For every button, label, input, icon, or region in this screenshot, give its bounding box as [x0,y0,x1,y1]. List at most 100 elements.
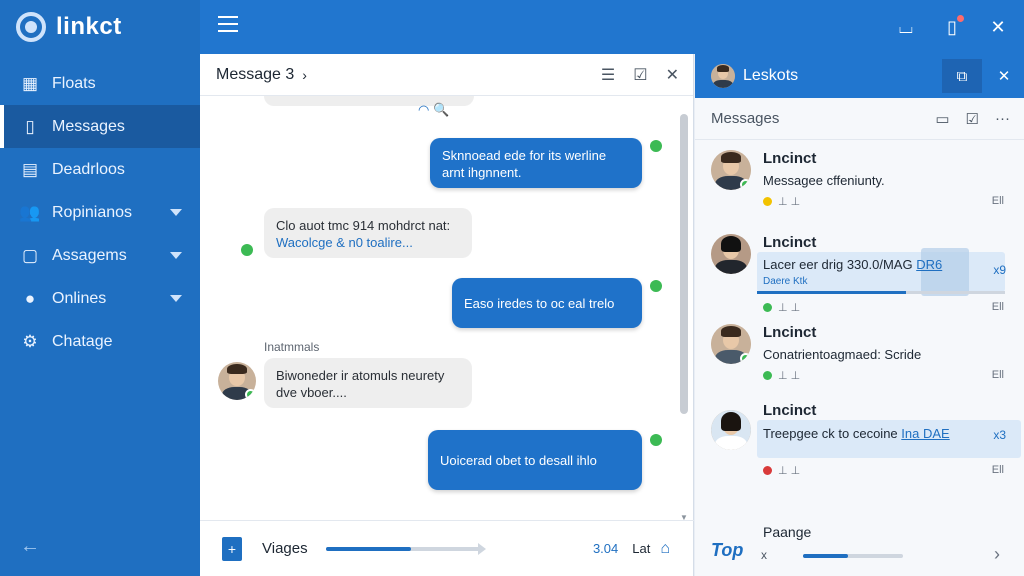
contact-name: Lncinct [763,324,817,341]
pager-label: Paange [763,524,812,540]
sidebar-item-assagems[interactable]: ▢ Assagems [0,234,200,277]
sidebar-item-ropinianos[interactable]: 👥 Ropinianos [0,191,200,234]
calendar-icon[interactable]: ▭ [935,110,949,128]
close-icon[interactable]: ✕ [984,59,1024,93]
contacts-subheader: Messages ▭ ☑ ··· [695,98,1024,140]
notification-icon[interactable]: ▯ [942,15,964,37]
avatar[interactable] [711,324,751,364]
contacts-header: Leskots ⧉ ✕ [695,54,1024,98]
minimize-icon[interactable]: ⌴ [896,17,916,37]
status-dot [763,197,772,206]
contact-item[interactable]: Lncinct Conatrientoagmaed: Scride ⊥ ⊥ El… [695,320,1024,400]
online-dot [650,140,662,152]
status-dot [763,371,772,380]
message-link[interactable]: Wacolcge & n0 toalire... [276,234,460,251]
contact-message: Messagee cffeniunty. [763,173,885,188]
contact-message-link[interactable]: Ina DAE [901,426,949,441]
avatar[interactable] [218,362,256,400]
hover-card[interactable] [921,248,969,296]
pager-slider[interactable] [803,554,903,558]
upload-progress [325,542,486,555]
edit-icon[interactable]: ☑ [633,65,647,85]
avatar[interactable] [711,410,751,450]
contact-item[interactable]: Lncinct Messagee cffeniunty. ⊥ ⊥ Ell [695,144,1024,224]
contact-meta: ⊥ ⊥ [763,301,800,314]
contacts-subtitle: Messages [711,110,780,127]
pager-x-label: x [761,548,767,562]
pin-icon: ⊥ ⊥ [778,370,801,382]
close-icon[interactable]: ✕ [988,17,1008,37]
sidebar-item-chatage[interactable]: ⚙ Chatage [0,320,200,363]
progress-arrow-icon [477,542,486,555]
message-text: Easo iredes to oc eal trelo [464,295,615,311]
chevron-down-icon[interactable] [170,209,182,216]
collapse-sidebar-icon[interactable]: ← [20,535,40,558]
chevron-right-icon[interactable]: › [994,544,1000,565]
message-bubble-incoming[interactable]: Biwoneder ir atomuls neurety dve vboer..… [264,358,472,408]
close-icon[interactable]: ✕ [666,65,679,85]
message-list: ◠ 🔍 Sknnoead ede for its werline arnt ih… [200,96,678,520]
upload-progress-fill [325,546,412,551]
pin-icon: ⊥ ⊥ [778,196,801,208]
top-link[interactable]: Top [711,540,743,561]
avatar[interactable] [711,150,751,190]
list-icon[interactable]: ☰ [601,65,615,85]
app-logo-icon [16,12,46,42]
file-plus-icon[interactable]: + [222,536,242,561]
share-icon[interactable]: ⧉ [942,59,982,93]
gear-icon: ⚙ [22,331,38,351]
contacts-title: Leskots [743,67,799,84]
contact-count: Ell [991,195,1004,207]
file-icon: ▢ [21,245,39,265]
online-dot [241,244,253,256]
sender-name: Inatmmals [264,340,320,354]
attachment-name: Viages [262,540,308,557]
contact-count: Ell [991,301,1004,313]
sidebar-item-deadrloos[interactable]: ▤ Deadrloos [0,148,200,191]
chat-toolbar: ☰ ☑ ✕ [601,65,679,85]
sidebar-item-messages[interactable]: ▯ Messages [0,105,200,148]
message-text: Clo auot tmc 914 mohdrct nat: [276,218,451,233]
sidebar: linkct ▦ Floats ▯ Messages ▤ Deadrloos 👥… [0,0,200,576]
contact-item[interactable]: Lncinct Lacer eer drig 330.0/MAG DR6 Dae… [695,228,1024,314]
scrollbar-thumb[interactable] [680,114,688,414]
brand[interactable]: linkct [0,0,200,54]
contact-badge: x9 [993,263,1006,277]
contacts-header-tools: ⧉ ✕ [940,59,1024,93]
message-text: Biwoneder ir atomuls neurety [276,368,445,383]
avatar[interactable] [711,64,735,88]
contact-progress-fill [757,291,906,294]
app-name: linkct [56,13,122,40]
menu-icon[interactable] [218,16,238,32]
send-icon[interactable]: ⌂ [660,540,670,558]
contact-meta: ⊥ ⊥ [763,195,800,208]
chart-icon[interactable]: ☑ [966,110,979,128]
sidebar-item-label: Messages [52,117,125,135]
message-text: Uoicerad obet to desall ihlo [440,452,597,468]
pin-icon: ⊥ ⊥ [778,302,801,314]
contact-item[interactable]: Lncinct Treepgee ck to cecoine Ina DAE x… [695,400,1024,484]
contact-count: Ell [991,464,1004,476]
read-receipt-icon: ◠ 🔍 [418,102,450,117]
sidebar-item-floats[interactable]: ▦ Floats [0,62,200,105]
contact-message-link[interactable]: DR6 [916,257,942,272]
document-icon: ▤ [21,159,39,179]
chat-title[interactable]: Message 3 [216,66,294,84]
message-bubble-outgoing[interactable]: Sknnoead ede for its werline arnt ihgnne… [430,138,642,188]
message-bubble-incoming[interactable]: Clo auot tmc 914 mohdrct nat: Wacolcge &… [264,208,472,258]
more-icon[interactable]: ··· [995,110,1010,128]
online-dot [650,280,662,292]
contact-subtext: Daere Ktk [763,276,808,287]
message-bubble-outgoing[interactable]: Easo iredes to oc eal trelo [452,278,642,328]
chevron-down-icon[interactable] [170,252,182,259]
status-dot [763,466,772,475]
chevron-down-icon[interactable] [170,295,182,302]
sidebar-item-onlines[interactable]: ● Onlines [0,277,200,320]
attachment-unit: Lat [632,541,651,556]
avatar[interactable] [711,234,751,274]
sidebar-item-label: Floats [52,74,96,92]
scrollbar[interactable]: ▼ [679,112,689,522]
sidebar-item-label: Deadrloos [52,160,125,178]
chevron-right-icon[interactable]: › [302,67,307,83]
message-bubble-outgoing[interactable]: Uoicerad obet to desall ihlo [428,430,642,490]
